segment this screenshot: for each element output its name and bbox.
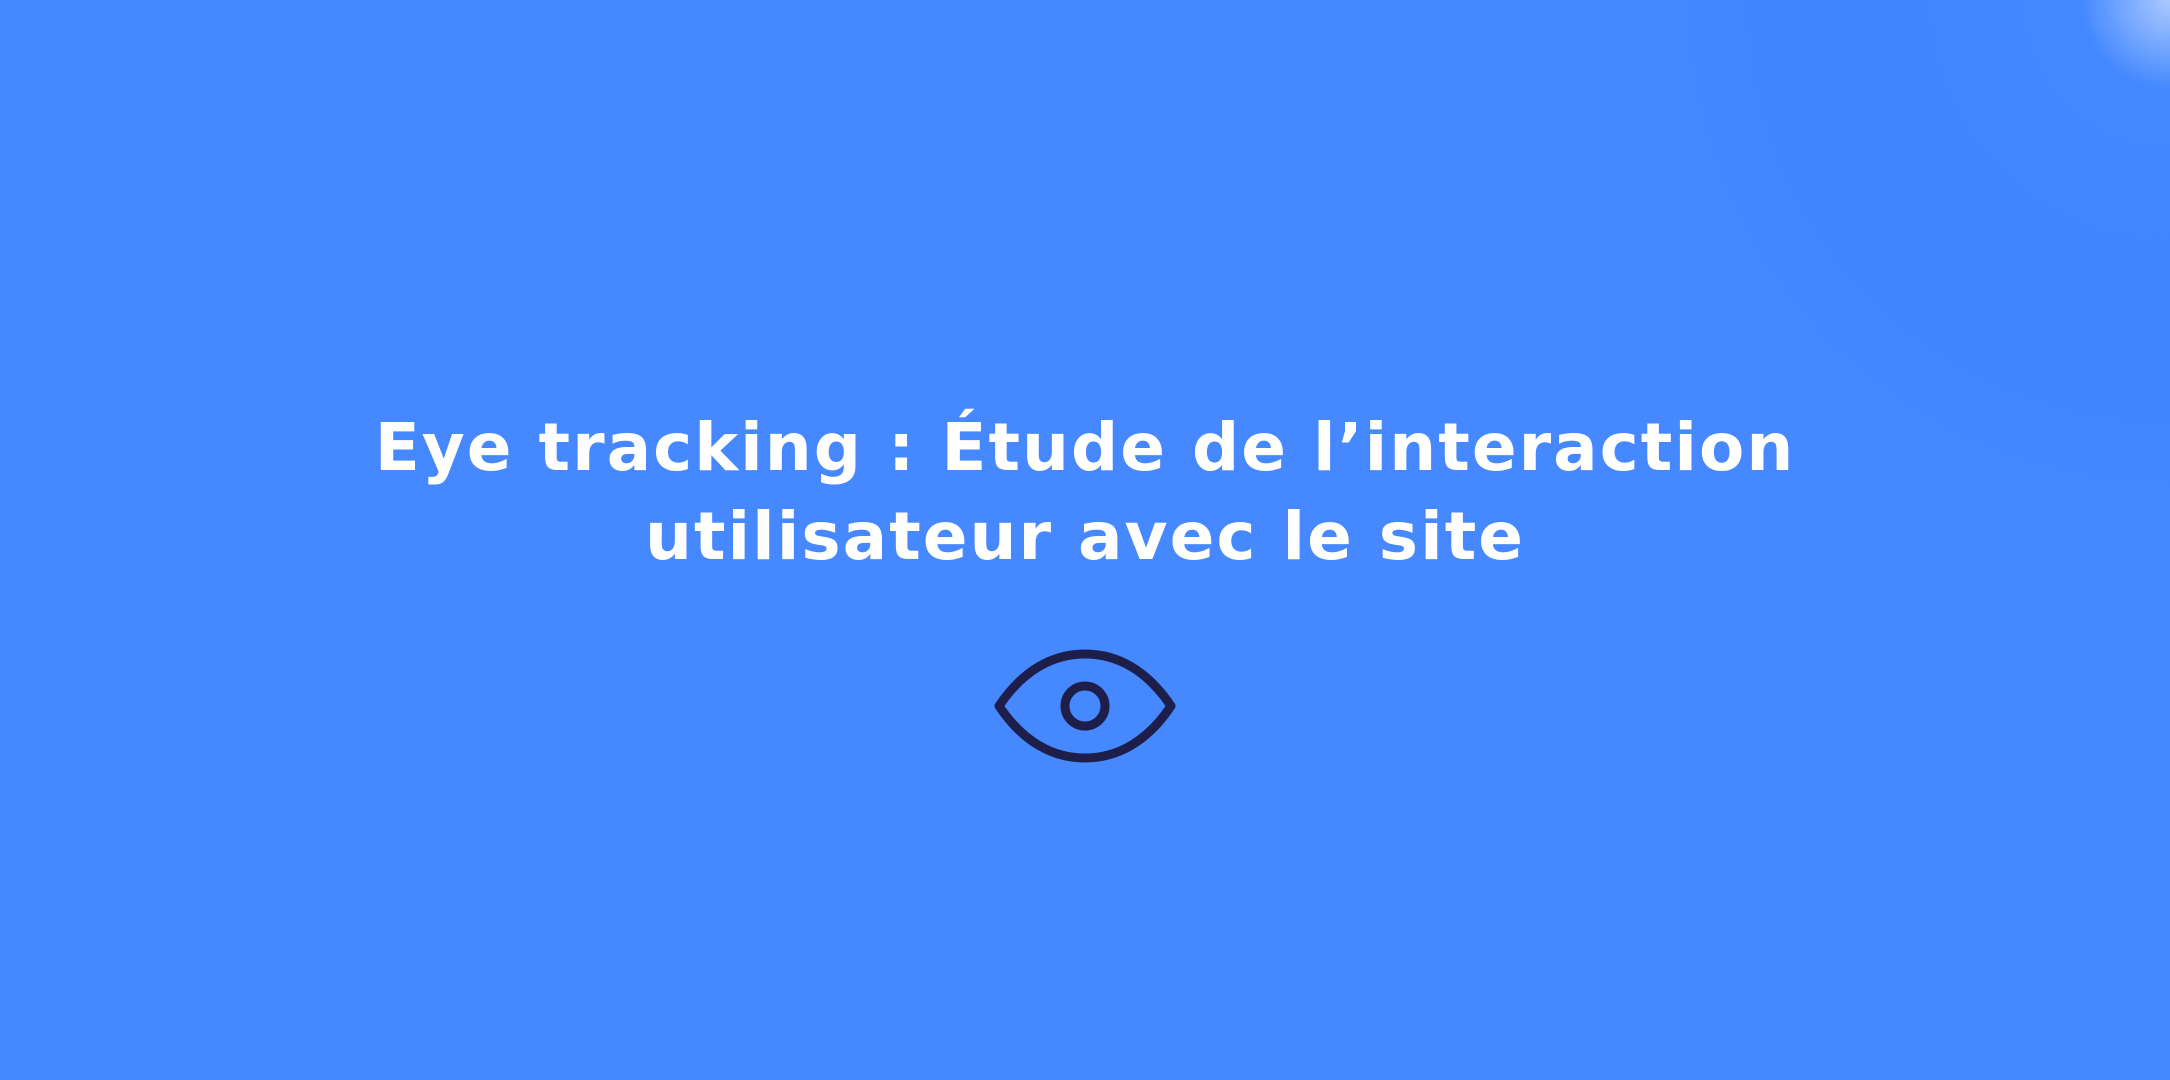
title-line-1: Eye tracking : Étude de l’interaction: [374, 409, 1796, 487]
banner: Eye tracking : Étude de l’interaction ut…: [0, 0, 2170, 1080]
eye-pupil-ring: [1060, 681, 1110, 731]
eye-outline: [994, 649, 1176, 763]
eye-icon: [991, 646, 1179, 766]
page-title: Eye tracking : Étude de l’interaction ut…: [300, 403, 1870, 581]
title-line-2: utilisateur avec le site: [644, 498, 1526, 576]
